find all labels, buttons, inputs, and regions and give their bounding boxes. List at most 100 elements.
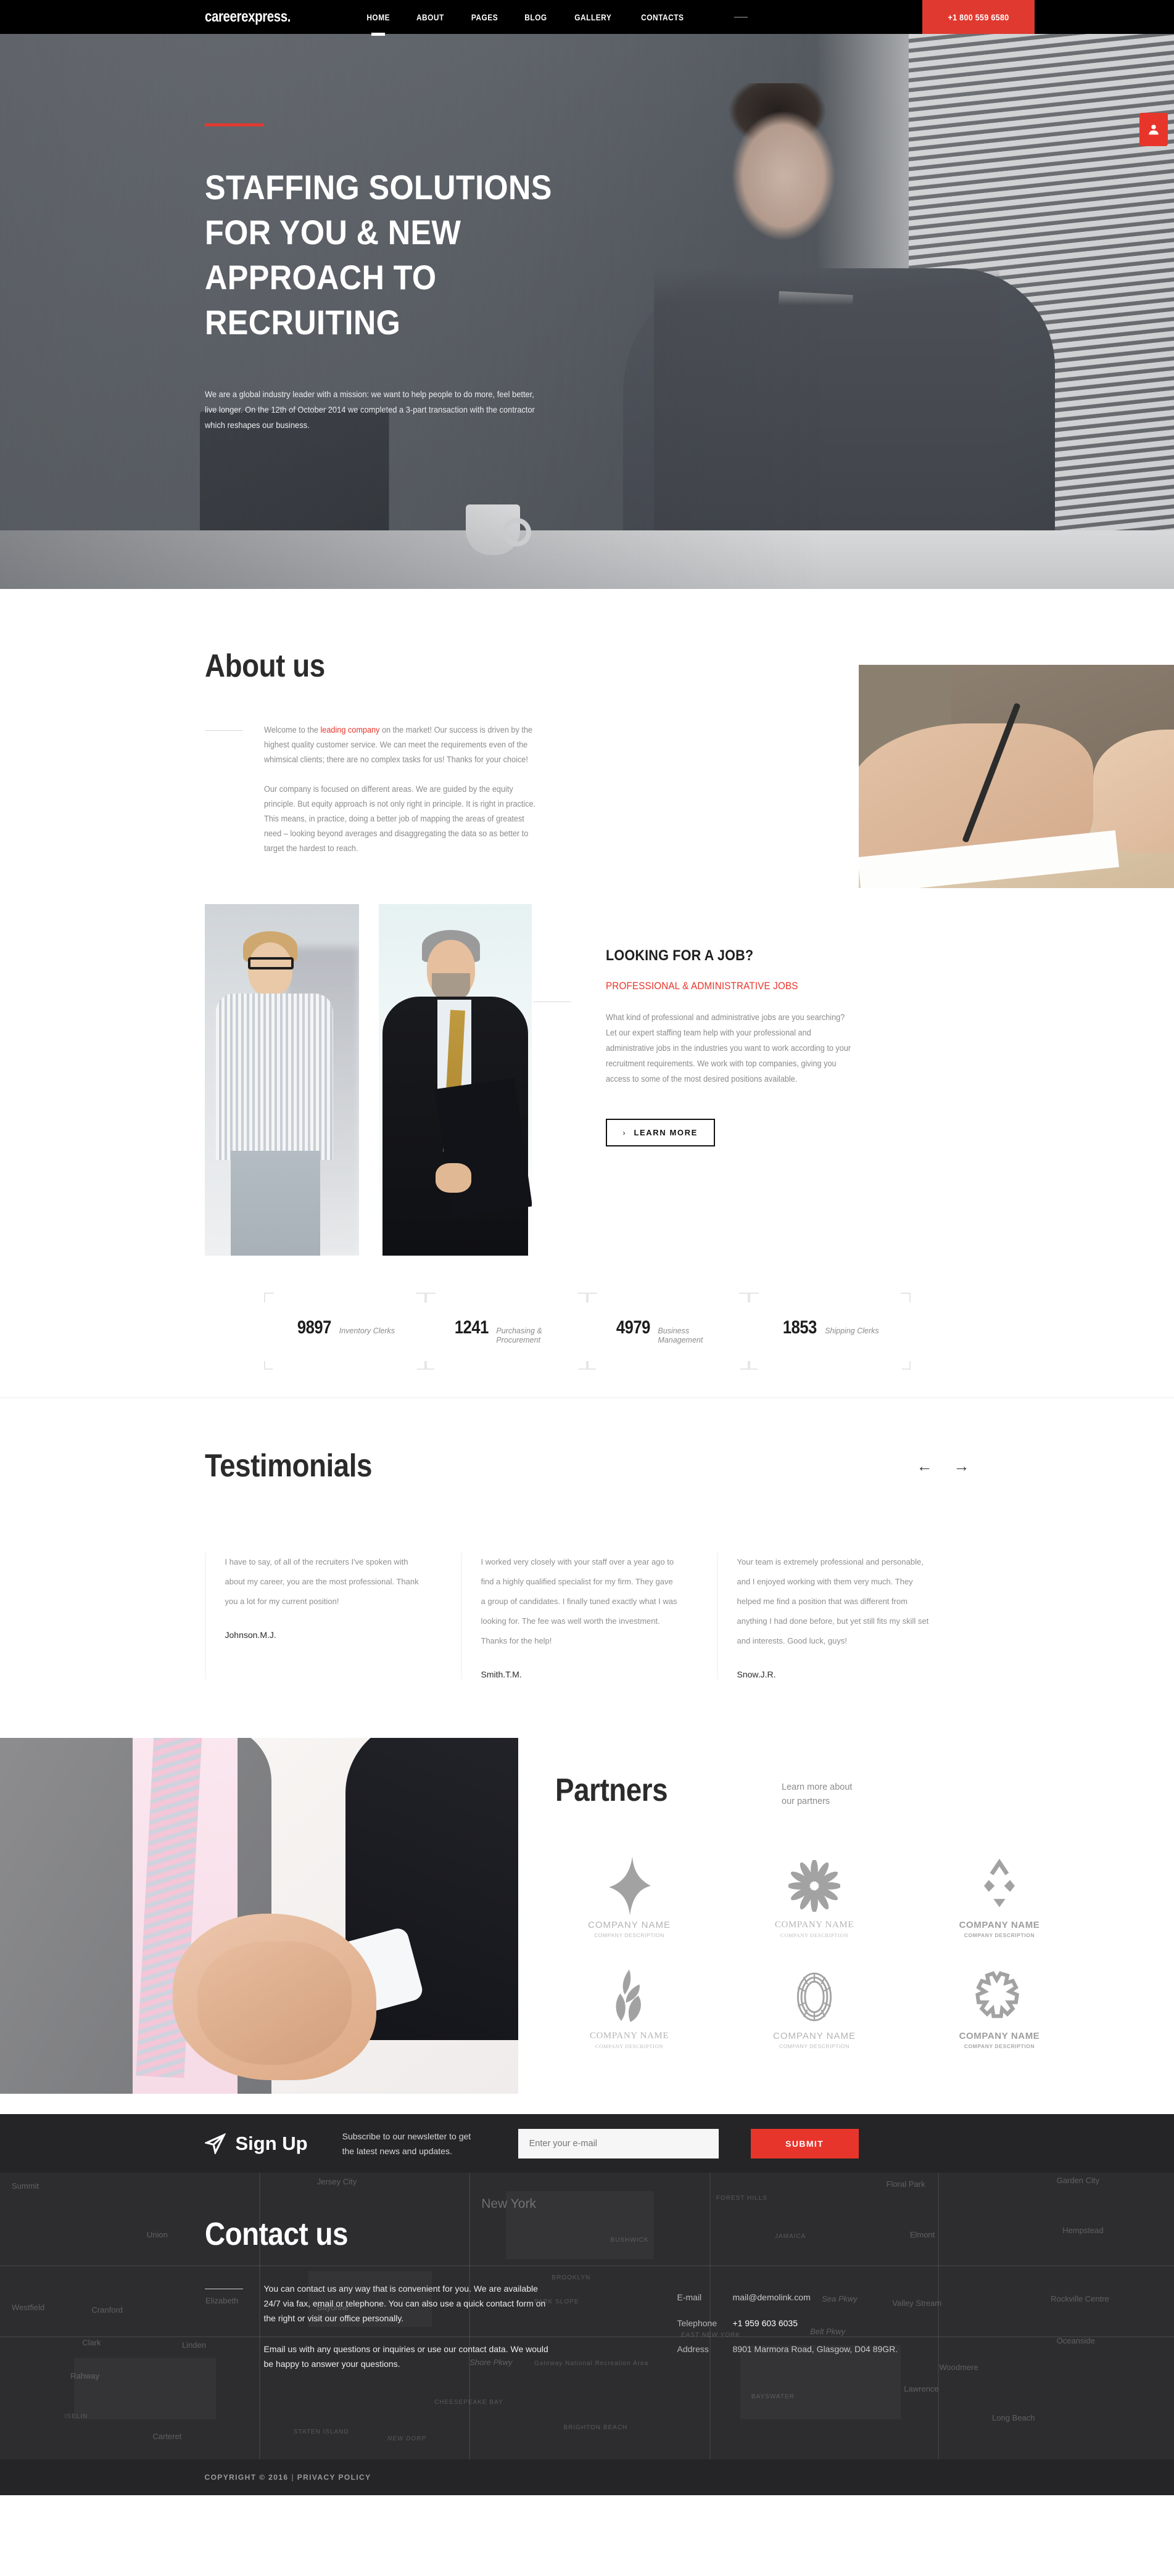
- testimonial-text: I have to say, of all of the recruiters …: [225, 1557, 419, 1606]
- counter-label: Shipping Clerks: [825, 1327, 879, 1335]
- counter-item: 1853 Shipping Clerks: [748, 1293, 911, 1370]
- testimonial-item: Your team is extremely professional and …: [716, 1552, 951, 1679]
- map-label: Hempstead: [1062, 2225, 1104, 2235]
- partner-name: COMPANY NAME: [774, 1920, 854, 1930]
- testimonial-item: I have to say, of all of the recruiters …: [204, 1552, 439, 1679]
- nav-item-home[interactable]: HOME: [366, 0, 390, 34]
- partner-desc: COMPANY DESCRIPTION: [593, 1932, 665, 1938]
- partner-desc: COMPANY DESCRIPTION: [964, 1932, 1035, 1938]
- hero-section: STAFFING SOLUTIONS FOR YOU & NEW APPROAC…: [0, 34, 1174, 589]
- testimonial-text: I worked very closely with your staff ov…: [481, 1557, 677, 1645]
- map-label: Long Beach: [992, 2413, 1035, 2422]
- map-label: ISELIN: [64, 2413, 88, 2420]
- partner-item[interactable]: COMPANY NAME COMPANY DESCRIPTION: [938, 1852, 1061, 1938]
- partner-name: COMPANY NAME: [773, 2031, 856, 2041]
- chevron-right-icon: ›: [622, 1128, 626, 1137]
- partners-more-text: Learn more about our partners: [782, 1782, 853, 1806]
- map-label: BRIGHTON BEACH: [563, 2424, 628, 2431]
- leaves-icon: [568, 1963, 691, 2031]
- page-root: careerexpress. HOME ABOUT PAGES BLOG GAL…: [0, 0, 1174, 2495]
- partners-grid: COMPANY NAME COMPANY DESCRIPTION COMPANY…: [568, 1852, 1174, 2049]
- testimonials-title: Testimonials: [204, 1448, 372, 1484]
- about-paragraph-1: Welcome to the leading company on the ma…: [263, 725, 532, 764]
- counters-row: 9897 Inventory Clerks 1241 Purchasing & …: [205, 1274, 970, 1397]
- contact-telephone-value: +1 959 603 6035: [732, 2318, 798, 2328]
- map-label: STATEN ISLAND: [293, 2428, 349, 2435]
- contact-telephone-label: Telephone: [677, 2318, 717, 2328]
- partner-item[interactable]: COMPANY NAME COMPANY DESCRIPTION: [938, 1963, 1061, 2049]
- privacy-policy-link[interactable]: PRIVACY POLICY: [297, 2473, 371, 2482]
- contact-section: Summit Jersey City New York FOREST HILLS Flo…: [0, 2173, 1174, 2459]
- user-icon[interactable]: [1139, 113, 1168, 146]
- hero-title: STAFFING SOLUTIONS FOR YOU & NEW APPROAC…: [204, 168, 552, 342]
- map-label: Oceanside: [1056, 2335, 1095, 2345]
- counter-number: 1241: [454, 1317, 489, 1338]
- arrow-left-icon[interactable]: ←: [917, 1457, 933, 1476]
- job-paragraph: What kind of professional and administra…: [605, 1013, 851, 1084]
- partners-section: Partners Learn more about our partners C…: [0, 1738, 1174, 2114]
- newsletter-submit-button[interactable]: SUBMIT: [750, 2128, 859, 2158]
- counter-item: 9897 Inventory Clerks: [263, 1293, 426, 1370]
- copyright-text: COPYRIGHT © 2016: [204, 2473, 289, 2482]
- map-label: NEW DORP: [387, 2435, 426, 2442]
- map-label: Westfield: [12, 2303, 45, 2313]
- nav-item-contacts[interactable]: CONTACTS: [641, 0, 684, 34]
- job-subheading: PROFESSIONAL & ADMINISTRATIVE JOBS: [605, 981, 798, 992]
- contact-address-value: 8901 Marmora Road, Glasgow, D04 89GR.: [732, 2344, 898, 2354]
- testimonial-author: Smith.T.M.: [481, 1669, 522, 1679]
- site-logo[interactable]: careerexpress.: [205, 8, 291, 26]
- testimonial-item: I worked very closely with your staff ov…: [460, 1552, 695, 1679]
- job-heading: LOOKING FOR A JOB?: [605, 947, 753, 964]
- about-title: About us: [204, 648, 325, 684]
- counter-label: Inventory Clerks: [339, 1327, 395, 1335]
- contact-paragraph-1: You can contact us any way that is conve…: [263, 2284, 546, 2323]
- arrow-right-icon[interactable]: →: [954, 1457, 970, 1476]
- gear-star-icon: [938, 1963, 1061, 2031]
- counter-number: 9897: [297, 1317, 331, 1338]
- map-label: Cranford: [91, 2305, 123, 2315]
- nav-item-pages[interactable]: PAGES: [471, 0, 498, 34]
- partner-desc: COMPANY DESCRIPTION: [779, 2043, 850, 2049]
- partner-name: COMPANY NAME: [959, 2031, 1040, 2041]
- partner-item[interactable]: COMPANY NAME COMPANY DESCRIPTION: [753, 1963, 876, 2049]
- signup-bar: Sign Up Subscribe to our newsletter to g…: [0, 2114, 1174, 2173]
- partner-name: COMPANY NAME: [589, 2031, 669, 2041]
- newsletter-email-input[interactable]: [518, 2128, 719, 2158]
- site-header: careerexpress. HOME ABOUT PAGES BLOG GAL…: [0, 0, 1174, 34]
- main-nav: HOME ABOUT PAGES BLOG GALLERY CONTACTS: [365, 0, 709, 34]
- copyright-line: COPYRIGHT © 2016 | PRIVACY POLICY: [205, 2473, 970, 2482]
- nav-item-gallery[interactable]: GALLERY: [574, 0, 611, 34]
- partner-item[interactable]: COMPANY NAME COMPANY DESCRIPTION: [753, 1852, 876, 1938]
- nav-item-blog[interactable]: BLOG: [524, 0, 547, 34]
- contact-paragraph-2: Email us with any questions or inquiries…: [263, 2344, 548, 2369]
- looking-for-job-row: LOOKING FOR A JOB? PROFESSIONAL & ADMINI…: [204, 904, 970, 1274]
- nav-item-about[interactable]: ABOUT: [416, 0, 444, 34]
- testimonials-section: Testimonials ← → I have to say, of all o…: [0, 1398, 1174, 1738]
- contact-address-row: Address 8901 Marmora Road, Glasgow, D04 …: [677, 2344, 898, 2354]
- partner-item[interactable]: COMPANY NAME COMPANY DESCRIPTION: [568, 1963, 691, 2049]
- learn-more-label: LEARN MORE: [634, 1128, 698, 1137]
- testimonial-text: Your team is extremely professional and …: [737, 1557, 929, 1645]
- map-label: Rockville Centre: [1051, 2294, 1109, 2303]
- partner-item[interactable]: COMPANY NAME COMPANY DESCRIPTION: [568, 1852, 691, 1938]
- leading-company-link[interactable]: leading company: [320, 725, 379, 735]
- learn-more-button[interactable]: › LEARN MORE: [605, 1119, 715, 1146]
- counter-number: 1853: [783, 1317, 817, 1338]
- signup-description: Subscribe to our newsletter to get the l…: [342, 2131, 471, 2156]
- header-divider: [734, 16, 748, 18]
- map-label: Lawrence: [904, 2384, 939, 2394]
- map-label: Linden: [181, 2340, 206, 2350]
- map-label: Clark: [82, 2338, 101, 2348]
- counter-number: 4979: [616, 1317, 650, 1338]
- map-label: CHEESEPEAKE BAY: [434, 2398, 503, 2406]
- partner-desc: COMPANY DESCRIPTION: [595, 2043, 664, 2049]
- header-phone[interactable]: +1 800 559 6580: [922, 0, 1035, 34]
- partner-desc: COMPANY DESCRIPTION: [780, 1932, 849, 1938]
- spiral-ring-icon: [753, 1963, 876, 2031]
- businesswoman-photo: [204, 904, 359, 1256]
- contact-title: Contact us: [204, 2216, 348, 2252]
- contact-email-label: E-mail: [677, 2292, 702, 2302]
- contact-email-value[interactable]: mail@demolink.com: [733, 2292, 811, 2302]
- counter-label: Purchasing & Procurement: [496, 1327, 542, 1344]
- about-photo: [858, 665, 1174, 888]
